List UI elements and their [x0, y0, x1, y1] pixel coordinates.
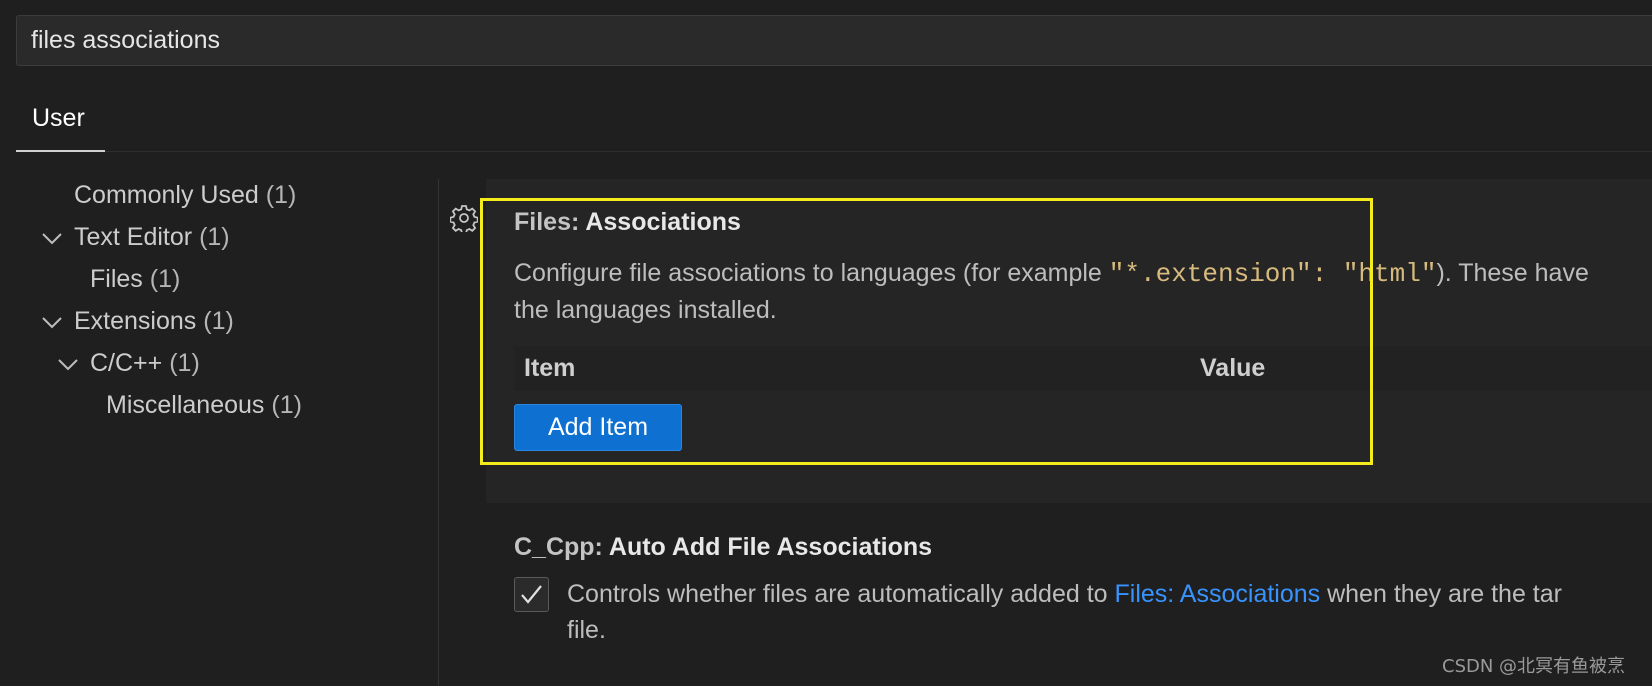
- toc-item-count: (1): [265, 181, 297, 209]
- toc-item-count: (1): [149, 265, 181, 293]
- annotation-highlight-box: [480, 198, 1373, 465]
- toc-item-count: (1): [203, 307, 234, 335]
- chevron-down-icon: [42, 303, 62, 343]
- toc-item-label: C/C++: [90, 349, 163, 377]
- tab-user[interactable]: User: [16, 96, 105, 152]
- watermark: CSDN @北冥有鱼被烹: [1442, 656, 1626, 677]
- auto-add-checkbox[interactable]: [514, 577, 549, 612]
- toc-item-files[interactable]: Files (1): [90, 259, 180, 299]
- desc-text: Controls whether files are automatically…: [567, 580, 1115, 608]
- toc-item-count: (1): [169, 349, 200, 377]
- toc-item-cpp[interactable]: C/C++ (1): [58, 343, 200, 383]
- setting-name: Auto Add File Associations: [608, 533, 933, 561]
- toc-item-miscellaneous[interactable]: Miscellaneous (1): [106, 385, 302, 425]
- toc-item-extensions[interactable]: Extensions (1): [42, 301, 234, 341]
- toc-item-count: (1): [271, 391, 302, 419]
- toc-item-commonly-used[interactable]: Commonly Used (1): [74, 175, 296, 215]
- chevron-down-icon: [42, 219, 62, 259]
- search-input[interactable]: [31, 26, 931, 55]
- toc-item-label: Files: [90, 265, 143, 293]
- settings-search-box[interactable]: [16, 15, 1652, 66]
- desc-text: when they are the tar: [1320, 580, 1562, 608]
- toc-item-label: Extensions: [74, 307, 197, 335]
- toc-item-label: Text Editor: [74, 223, 193, 251]
- desc-text: ). These have: [1436, 259, 1589, 287]
- toc-item-label: Miscellaneous: [106, 391, 265, 419]
- setting-description: Controls whether files are automatically…: [567, 576, 1652, 648]
- files-associations-link[interactable]: Files: Associations: [1115, 580, 1321, 608]
- toc-item-text-editor[interactable]: Text Editor (1): [42, 217, 230, 257]
- toc-item-count: (1): [199, 223, 230, 251]
- desc-text: file.: [567, 616, 606, 644]
- checkmark-icon: [521, 585, 542, 604]
- chevron-down-icon: [58, 345, 78, 385]
- sash-divider[interactable]: [438, 179, 439, 686]
- gear-icon[interactable]: [449, 204, 479, 235]
- settings-editor: User Commonly Used (1) Text Editor (1) F…: [0, 0, 1652, 686]
- setting-title-auto-add-associations: C_Cpp: Auto Add File Associations: [514, 533, 932, 562]
- toc-item-label: Commonly Used: [74, 181, 259, 209]
- setting-category: C_Cpp:: [514, 533, 609, 561]
- scope-tabs: User: [16, 96, 1652, 152]
